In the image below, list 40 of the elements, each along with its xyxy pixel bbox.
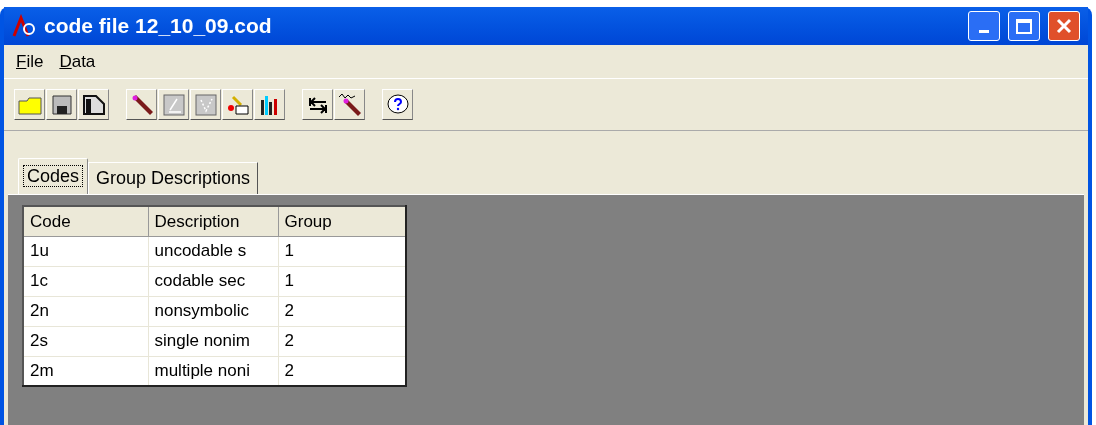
open-folder-button[interactable] — [14, 89, 45, 120]
window-title: code file 12_10_09.cod — [44, 13, 273, 40]
column-header[interactable]: Code — [23, 206, 148, 236]
folder-icon — [17, 94, 42, 115]
column-header[interactable]: Description — [148, 206, 278, 236]
table-cell: codable sec — [148, 266, 278, 296]
close-button[interactable] — [1048, 11, 1080, 41]
table-cell: nonsymbolic — [148, 296, 278, 326]
table-cell: uncodable s — [148, 236, 278, 266]
minimize-icon — [979, 30, 989, 33]
table-cell: 2s — [23, 326, 148, 356]
floppy-disks-icon — [81, 93, 106, 116]
table-cell: 1u — [23, 236, 148, 266]
table-cell: single nonim — [148, 326, 278, 356]
tab[interactable]: Codes — [18, 158, 89, 194]
line-button[interactable] — [158, 89, 189, 120]
menu-item[interactable]: File — [16, 48, 44, 75]
help-icon — [385, 92, 410, 117]
check-button[interactable] — [190, 89, 221, 120]
minimize-button[interactable] — [968, 11, 1000, 41]
save-as-button[interactable] — [78, 89, 109, 120]
edit-button[interactable] — [222, 89, 253, 120]
help-button[interactable] — [382, 89, 413, 120]
pen-wave-icon — [337, 92, 362, 117]
app-icon — [12, 14, 36, 38]
arrows-icon — [306, 94, 329, 115]
table-cell: 2n — [23, 296, 148, 326]
close-icon — [1056, 18, 1072, 34]
slash-icon — [162, 93, 185, 116]
column-header[interactable]: Group — [278, 206, 406, 236]
menu-item[interactable]: Data — [59, 48, 96, 75]
save-button[interactable] — [46, 89, 77, 120]
transfer-button[interactable] — [302, 89, 333, 120]
pen-button[interactable] — [126, 89, 157, 120]
v-mark-icon — [194, 93, 217, 116]
table-cell: 1c — [23, 266, 148, 296]
maximize-button[interactable] — [1008, 11, 1040, 41]
maximize-icon — [1016, 18, 1032, 34]
chart-button[interactable] — [254, 89, 285, 120]
pen-wave-button[interactable] — [334, 89, 365, 120]
